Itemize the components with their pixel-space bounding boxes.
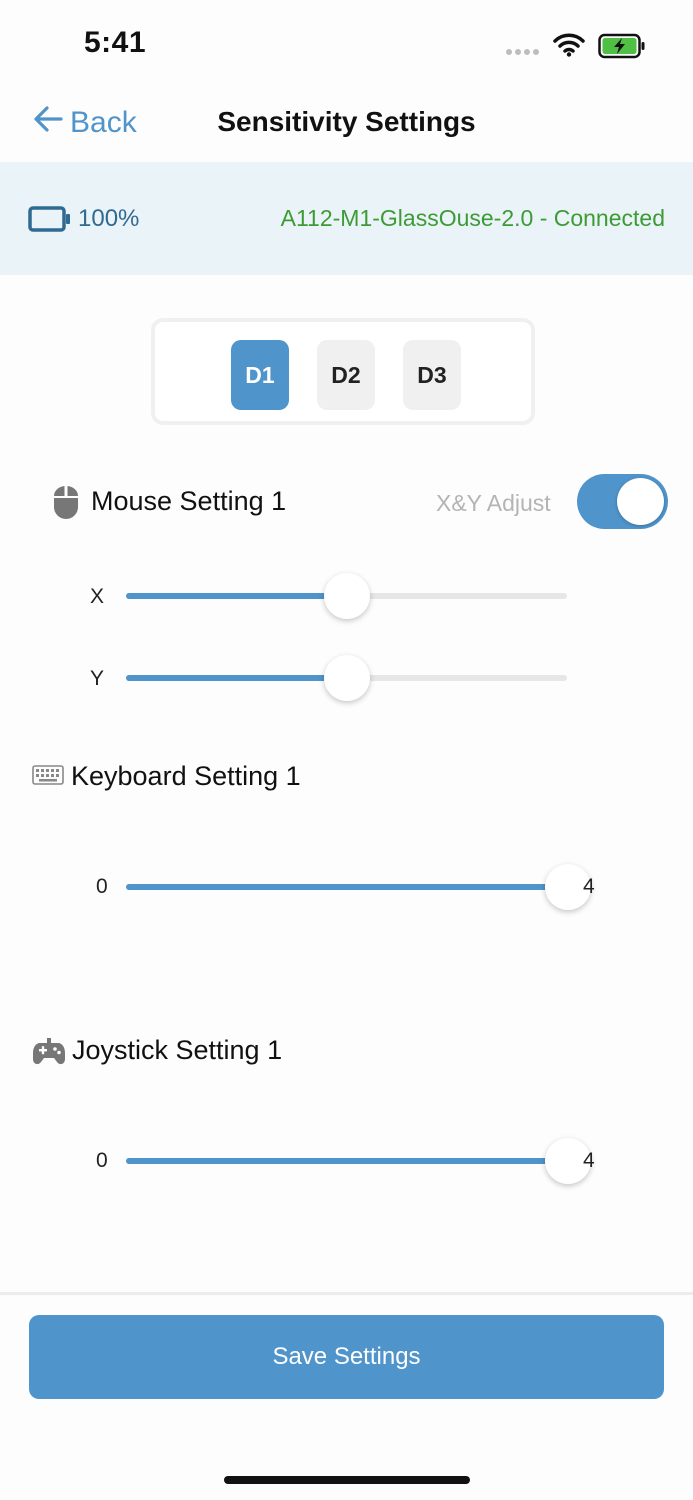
- joystick-setting-title: Joystick Setting 1: [72, 1035, 283, 1065]
- status-time: 5:41: [84, 26, 147, 59]
- wifi-icon: [553, 33, 585, 62]
- mouse-icon: [53, 485, 79, 524]
- battery-icon: [28, 205, 72, 238]
- battery-percent: 100%: [78, 205, 140, 232]
- segment-d2[interactable]: D2: [317, 340, 375, 410]
- save-settings-button[interactable]: Save Settings: [29, 1315, 664, 1399]
- y-slider[interactable]: [126, 655, 567, 701]
- keyboard-setting-title: Keyboard Setting 1: [71, 761, 301, 791]
- keyboard-slider[interactable]: [126, 864, 591, 910]
- y-slider-thumb[interactable]: [323, 655, 370, 701]
- segment-d1[interactable]: D1: [231, 340, 289, 410]
- gamepad-icon: [32, 1037, 66, 1072]
- segment-d3[interactable]: D3: [403, 340, 461, 410]
- xy-adjust-label: X&Y Adjust: [436, 490, 551, 516]
- x-slider-thumb[interactable]: [323, 573, 370, 619]
- joystick-min-label: 0: [96, 1149, 108, 1172]
- keyboard-icon: [32, 765, 64, 790]
- keyboard-max-label: 4: [583, 875, 595, 898]
- footer-divider: [0, 1292, 693, 1295]
- home-indicator[interactable]: [224, 1476, 470, 1484]
- status-battery-icon: [598, 33, 646, 64]
- mouse-setting-title: Mouse Setting 1: [91, 486, 287, 516]
- joystick-slider[interactable]: [126, 1138, 591, 1184]
- x-slider[interactable]: [126, 573, 567, 619]
- cellular-signal-icon: [506, 49, 542, 57]
- page-title: Sensitivity Settings: [217, 106, 476, 137]
- y-slider-label: Y: [90, 667, 105, 690]
- device-status: A112-M1-GlassOuse-2.0 - Connected: [280, 205, 665, 231]
- xy-adjust-toggle[interactable]: [577, 474, 668, 529]
- keyboard-min-label: 0: [96, 875, 108, 898]
- joystick-max-label: 4: [583, 1149, 595, 1172]
- x-slider-label: X: [90, 585, 105, 608]
